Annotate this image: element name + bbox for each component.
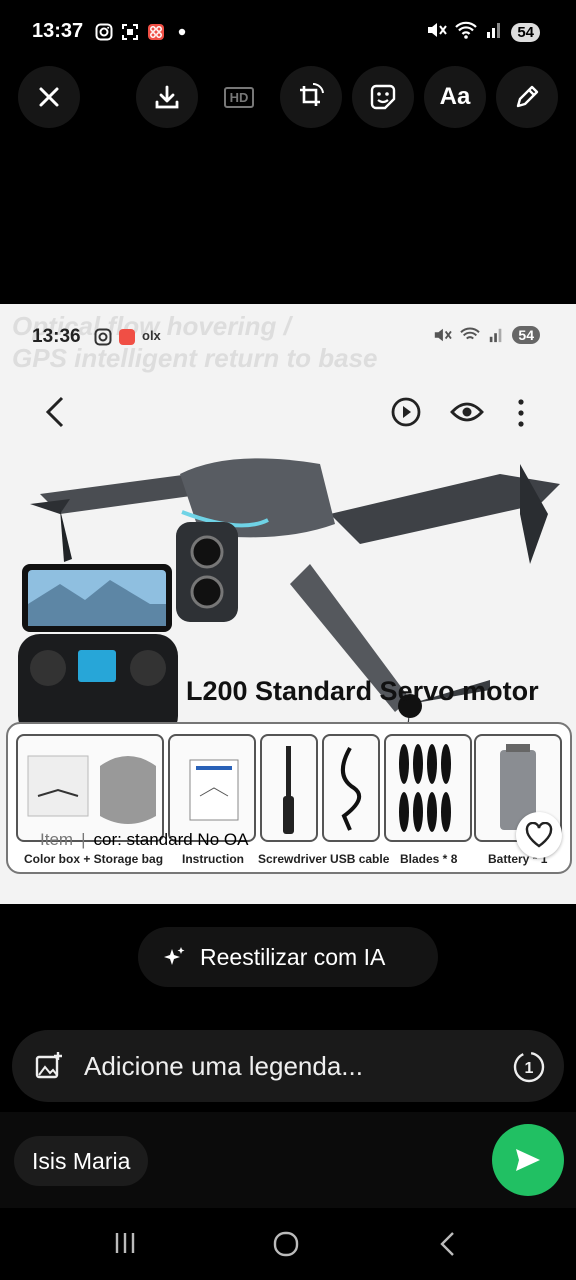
back-arrow-icon — [45, 396, 64, 428]
inner-status-time: 13:36 — [32, 326, 81, 347]
accessory-label: Color box + Storage bag — [24, 852, 164, 866]
home-button[interactable] — [272, 1230, 300, 1263]
restyle-ai-label: Reestilizar com IA — [200, 943, 386, 970]
signal-icon — [490, 328, 502, 343]
download-button[interactable] — [136, 66, 198, 128]
home-icon — [273, 1231, 299, 1257]
heart-icon — [525, 822, 553, 848]
accessory-box-usb-cable — [322, 734, 380, 842]
back-button[interactable] — [438, 1230, 458, 1263]
restyle-ai-button[interactable]: Reestilizar com IA — [138, 927, 438, 987]
rotate-crop-icon — [300, 82, 324, 106]
inner-app-header — [0, 374, 576, 454]
back-icon — [440, 1232, 454, 1256]
send-icon — [516, 1149, 540, 1171]
sticker-button[interactable] — [352, 66, 414, 128]
edited-image[interactable]: Optical flow hovering / GPS intelligent … — [0, 304, 576, 904]
dot-icon — [172, 22, 192, 42]
favorite-button[interactable] — [516, 812, 562, 858]
sparkle-icon — [164, 947, 185, 965]
send-button[interactable] — [492, 1124, 564, 1196]
product-title: L200 Standard Servo motor — [186, 676, 539, 706]
system-navigation-bar — [0, 1208, 576, 1280]
item-variant-overlay: Item | cor: standard No OA — [40, 830, 248, 850]
hd-icon: HD — [223, 86, 255, 108]
accessory-box-screwdriver — [260, 734, 318, 842]
status-system-icons: 54 — [425, 20, 540, 45]
pencil-icon — [516, 85, 539, 108]
app-icon — [119, 329, 135, 345]
accessory-label: Instruction — [182, 852, 244, 866]
app-icon — [146, 22, 166, 42]
wifi-icon — [455, 20, 478, 45]
status-bar: 13:37 54 — [0, 0, 576, 64]
signal-icon — [485, 21, 503, 44]
view-once-icon: 1 — [513, 1051, 545, 1083]
draw-button[interactable] — [496, 66, 558, 128]
inner-battery-indicator: 54 — [512, 326, 540, 344]
recipient-chip[interactable]: Isis Maria — [14, 1136, 149, 1186]
view-once-button[interactable]: 1 — [512, 1050, 546, 1089]
instagram-icon — [94, 328, 112, 346]
battery-indicator: 54 — [511, 23, 540, 42]
close-icon — [39, 87, 59, 107]
accessory-box-instruction — [168, 734, 256, 842]
text-icon: Aa — [439, 83, 471, 110]
mute-icon — [435, 328, 453, 342]
editor-toolbar: HD Aa — [0, 66, 576, 128]
rotate-crop-button[interactable] — [280, 66, 342, 128]
eye-icon — [450, 402, 484, 422]
caption-placeholder: Adicione uma legenda... — [84, 1050, 363, 1081]
screenshot-icon — [120, 22, 140, 42]
mute-icon — [425, 20, 448, 45]
status-time: 13:37 — [32, 20, 84, 42]
accessory-box-color-box — [16, 734, 164, 842]
accessory-label: Screwdriver USB cable — [258, 852, 390, 866]
status-notification-icons — [94, 22, 192, 42]
inner-system-icons: 54 — [432, 326, 540, 344]
sticker-icon — [370, 84, 396, 110]
item-divider: | — [81, 830, 86, 849]
accessory-label: Blades * 8 — [400, 852, 458, 866]
inner-status-bar: 13:36 olx 54 — [0, 304, 576, 364]
item-value: cor: standard No OA — [93, 830, 249, 849]
accessories-panel: Color box + Storage bag Instruction Scre… — [6, 722, 572, 874]
instagram-icon — [94, 22, 114, 42]
hd-button[interactable]: HD — [208, 66, 270, 128]
wifi-icon — [460, 327, 481, 340]
video-play-icon — [391, 397, 421, 427]
inner-notification-icons: olx — [94, 328, 161, 346]
caption-field[interactable]: Adicione uma legenda... 1 — [12, 1030, 564, 1102]
send-bar: Isis Maria — [0, 1112, 576, 1208]
download-icon — [155, 85, 179, 109]
svg-text:1: 1 — [525, 1060, 534, 1077]
text-button[interactable]: Aa — [424, 66, 486, 128]
recent-apps-icon — [115, 1233, 135, 1253]
olx-icon: olx — [142, 328, 161, 343]
recent-apps-button[interactable] — [112, 1230, 138, 1261]
accessory-box-blades — [384, 734, 472, 842]
add-image-icon — [35, 1052, 62, 1079]
close-button[interactable] — [18, 66, 80, 128]
more-options-icon — [518, 399, 524, 427]
item-label: Item — [40, 830, 74, 849]
